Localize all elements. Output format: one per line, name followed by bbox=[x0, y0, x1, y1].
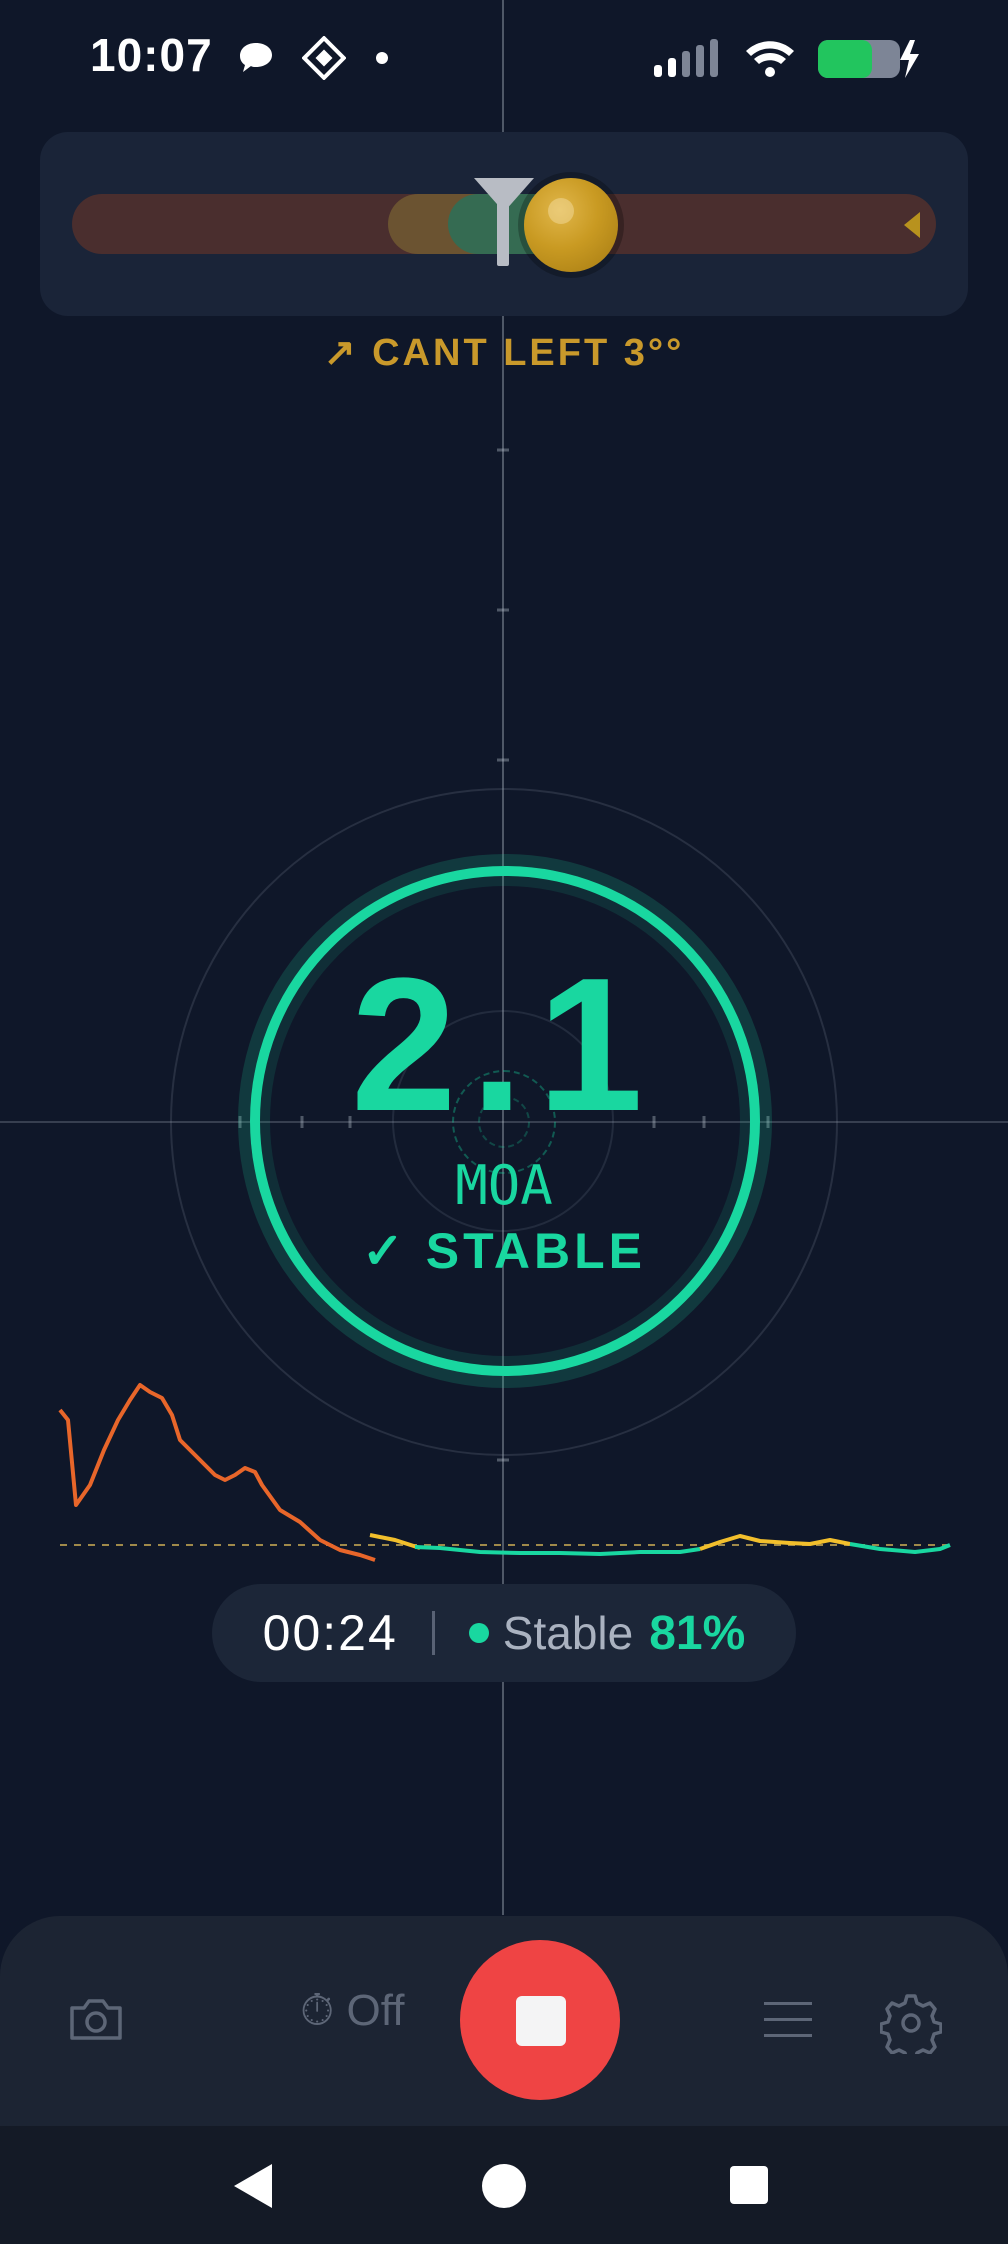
center-marker-stem bbox=[497, 196, 509, 266]
stable-indicator-dot bbox=[468, 1623, 489, 1643]
cant-direction-arrow-icon bbox=[904, 212, 920, 238]
cant-label: ↗ CANT LEFT 3°° bbox=[323, 332, 685, 374]
status-right-icons bbox=[652, 34, 922, 82]
recents-icon[interactable] bbox=[730, 2166, 768, 2204]
level-bubble bbox=[524, 178, 618, 272]
timer-toggle-button[interactable]: ⏱ Off bbox=[300, 1986, 404, 2036]
menu-icon[interactable] bbox=[762, 1996, 814, 2044]
trace-warning-segment bbox=[369, 1533, 421, 1550]
level-bubble-highlight bbox=[548, 198, 574, 224]
session-status-pill: 00:24 Stable 81% bbox=[212, 1584, 796, 1682]
back-icon[interactable] bbox=[234, 2164, 272, 2208]
elapsed-time: 00:24 bbox=[262, 1605, 398, 1661]
trace-unstable-segment bbox=[58, 1383, 376, 1562]
stability-status: ✓ STABLE bbox=[361, 1223, 647, 1279]
status-time: 10:07 bbox=[90, 29, 213, 81]
chat-bubble-icon bbox=[240, 43, 272, 72]
camera-icon[interactable] bbox=[66, 1990, 126, 2050]
stability-trace-chart bbox=[58, 1383, 951, 1562]
wifi-icon bbox=[746, 41, 794, 77]
stop-icon bbox=[516, 1996, 566, 2046]
battery-charging-icon bbox=[818, 40, 919, 78]
home-icon[interactable] bbox=[482, 2164, 526, 2208]
moa-value: 2.1 bbox=[350, 939, 658, 1151]
stable-percent: 81% bbox=[649, 1606, 746, 1660]
status-left-icons bbox=[236, 34, 392, 82]
cell-signal-icon bbox=[654, 39, 718, 77]
settings-gear-icon[interactable] bbox=[880, 1992, 942, 2054]
moa-unit: MOA bbox=[455, 1154, 553, 1217]
trace-stable-segment bbox=[414, 1545, 701, 1556]
signal-app-icon bbox=[302, 36, 346, 80]
notification-dot-icon bbox=[376, 52, 388, 64]
pill-divider bbox=[431, 1611, 435, 1655]
stable-label: Stable bbox=[502, 1607, 634, 1659]
trace-warning-segment-2 bbox=[699, 1534, 851, 1551]
